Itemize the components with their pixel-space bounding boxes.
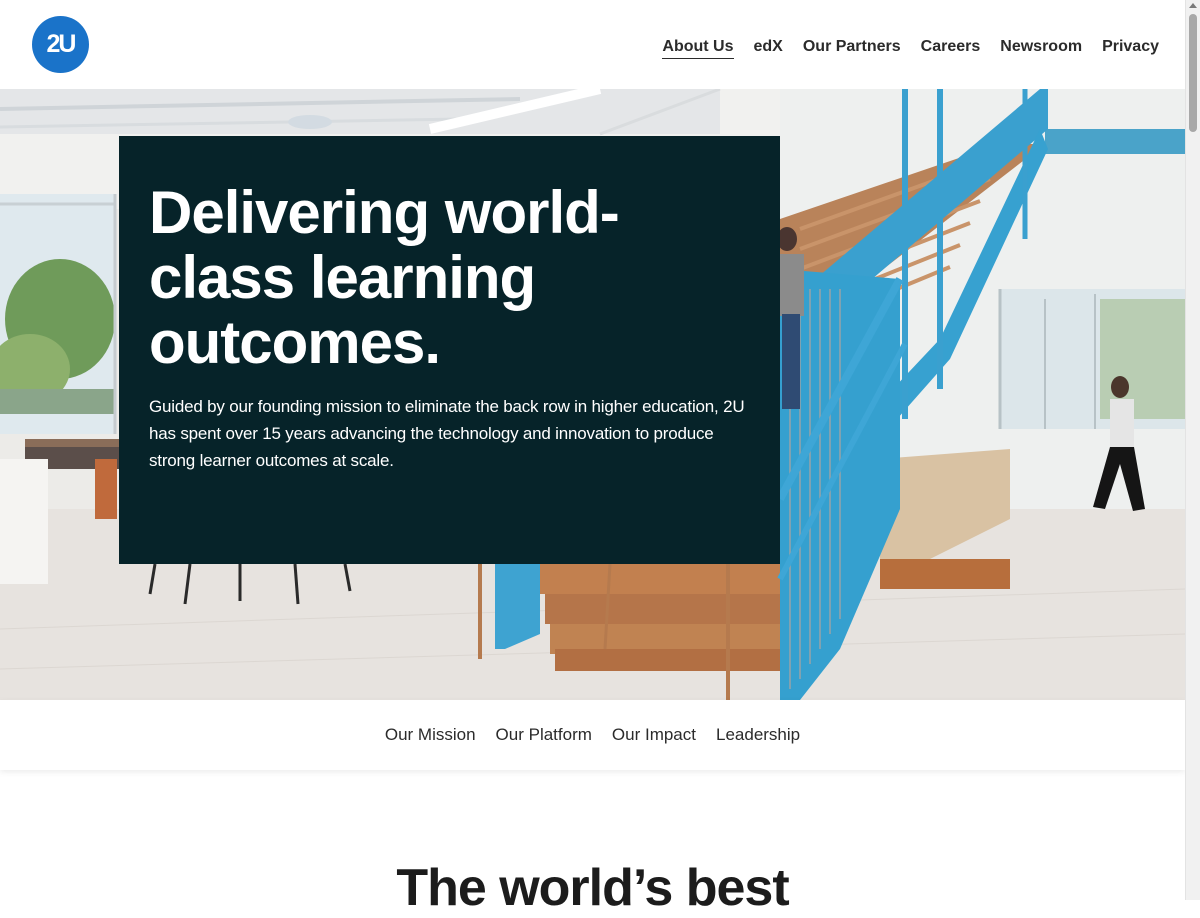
- hero-section: Delivering world-class learning outcomes…: [0, 89, 1185, 700]
- 2u-logo-icon[interactable]: 2U: [32, 16, 89, 73]
- nav-link-privacy[interactable]: Privacy: [1102, 38, 1159, 59]
- nav-link-newsroom[interactable]: Newsroom: [1000, 38, 1082, 59]
- hero-title: Delivering world-class learning outcomes…: [149, 179, 620, 376]
- section-heading: The world’s best: [396, 859, 789, 917]
- nav-link-edx[interactable]: edX: [754, 38, 783, 59]
- scrollbar-thumb[interactable]: [1189, 14, 1197, 132]
- nav-link-careers[interactable]: Careers: [921, 38, 981, 59]
- main-nav: About Us edX Our Partners Careers Newsro…: [662, 38, 1159, 59]
- site-header: 2U About Us edX Our Partners Careers New…: [0, 0, 1185, 89]
- subnav-link-our-platform[interactable]: Our Platform: [496, 725, 592, 745]
- subnav-link-leadership[interactable]: Leadership: [716, 725, 800, 745]
- about-subnav: Our Mission Our Platform Our Impact Lead…: [0, 700, 1185, 770]
- hero-body: Guided by our founding mission to elimin…: [149, 397, 745, 470]
- nav-link-about-us[interactable]: About Us: [662, 38, 734, 59]
- subnav-link-our-impact[interactable]: Our Impact: [612, 725, 696, 745]
- hero-card: Delivering world-class learning outcomes…: [119, 136, 780, 564]
- chevron-up-icon[interactable]: [1189, 3, 1197, 8]
- page-scrollbar[interactable]: [1185, 0, 1200, 900]
- logo-text: 2U: [46, 30, 77, 58]
- subnav-link-our-mission[interactable]: Our Mission: [385, 725, 476, 745]
- nav-link-our-partners[interactable]: Our Partners: [803, 38, 901, 59]
